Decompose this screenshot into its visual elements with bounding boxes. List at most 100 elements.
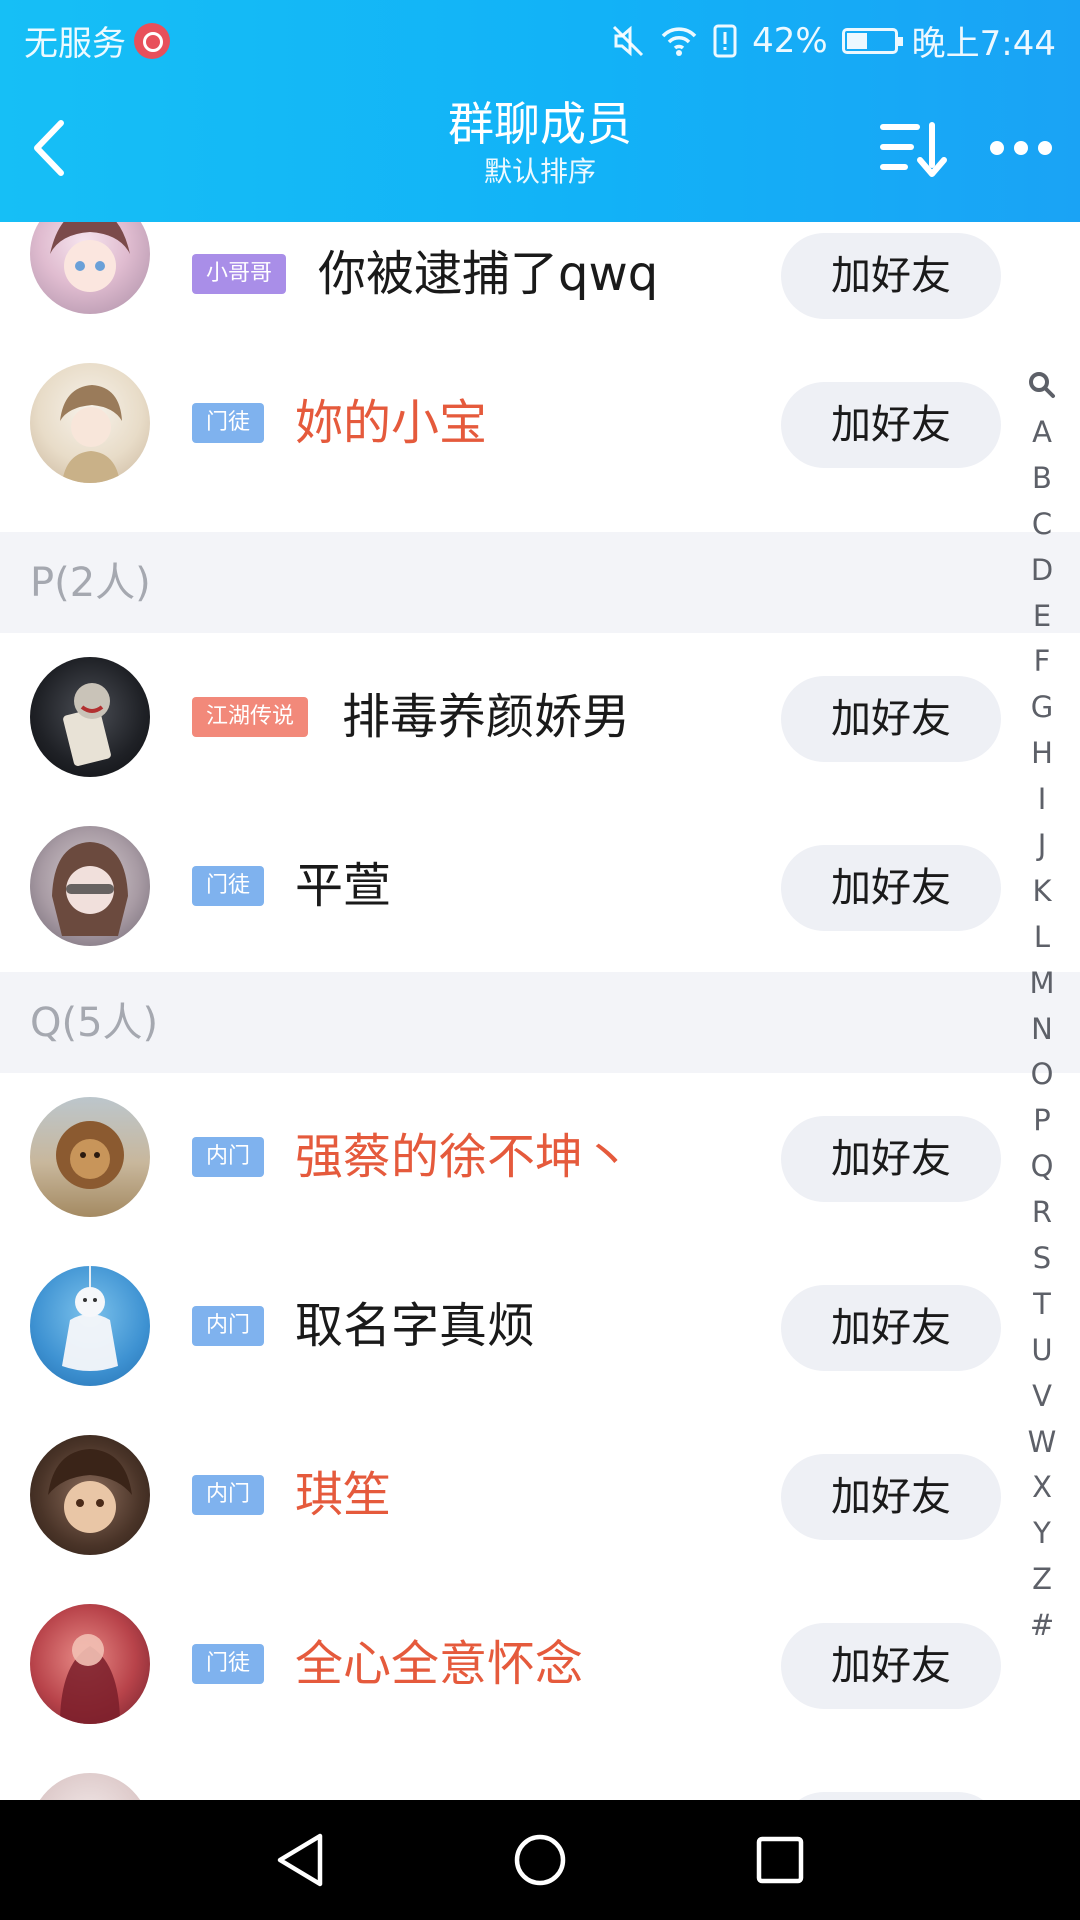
member-title-badge: 门徒 — [192, 1644, 265, 1684]
section-label: P(2人) — [30, 560, 151, 606]
member-name[interactable]: 排毒养颜娇男 — [342, 687, 630, 747]
avatar[interactable] — [30, 1604, 150, 1724]
index-letter[interactable]: Q — [1020, 1144, 1064, 1190]
battery-percent: 42% — [752, 20, 828, 61]
index-letter[interactable]: I — [1020, 777, 1064, 823]
more-icon-dot — [1038, 141, 1052, 155]
nav-recents-button[interactable] — [750, 1830, 810, 1890]
index-letter[interactable]: E — [1020, 594, 1064, 640]
index-letter[interactable]: X — [1020, 1465, 1064, 1511]
index-letter[interactable]: # — [1020, 1603, 1064, 1649]
add-friend-button[interactable]: 加好友 — [781, 1116, 1001, 1202]
index-letter[interactable]: P — [1020, 1098, 1064, 1144]
member-name[interactable]: 妳的小宝 — [295, 393, 487, 453]
index-letter[interactable]: A — [1020, 410, 1064, 456]
add-friend-button[interactable]: 加好友 — [781, 676, 1001, 762]
page-title: 群聊成员 — [448, 97, 632, 151]
section-header: P(2人) — [0, 532, 1080, 633]
alphabet-index[interactable]: A B C D E F G H I J K L M N O P Q R S T U V W X Y Z # — [1020, 360, 1064, 1649]
avatar[interactable] — [30, 1773, 150, 1800]
nav-home-button[interactable] — [510, 1830, 570, 1890]
battery-alert-icon — [713, 24, 737, 57]
index-letter[interactable]: K — [1020, 869, 1064, 915]
member-name[interactable]: 平萱 — [295, 856, 391, 916]
avatar[interactable] — [30, 1435, 150, 1555]
member-title-badge: 内门 — [192, 1137, 265, 1177]
index-letter[interactable]: U — [1020, 1328, 1064, 1374]
circle-home-icon — [514, 1834, 566, 1886]
nav-bar-top: 群聊成员 默认排序 — [0, 74, 1080, 222]
sort-icon — [880, 122, 947, 177]
section-label: Q(5人) — [30, 1000, 159, 1046]
member-title-badge: 内门 — [192, 1475, 265, 1515]
index-letter[interactable]: N — [1020, 1007, 1064, 1053]
back-button[interactable] — [14, 108, 84, 188]
chevron-left-icon — [34, 120, 64, 176]
member-title-badge: 江湖传说 — [192, 697, 309, 737]
member-name[interactable]: 琪笙 — [295, 1465, 391, 1525]
more-icon-dot — [1014, 141, 1028, 155]
status-bar: 无服务 42% 晚上7:44 — [0, 0, 1080, 74]
member-name[interactable]: 全心全意怀念 — [295, 1634, 583, 1694]
add-friend-button[interactable]: 加好友 — [781, 382, 1001, 468]
member-row[interactable]: 门徒 全心全意怀念 加好友 — [0, 1580, 1080, 1749]
index-letter[interactable]: Y — [1020, 1511, 1064, 1557]
member-name[interactable]: 你被逮捕了qwq — [318, 244, 658, 304]
member-row[interactable]: 小哥哥 你被逮捕了qwq 加好友 — [0, 222, 1080, 339]
avatar[interactable] — [30, 363, 150, 483]
index-letter[interactable]: Z — [1020, 1557, 1064, 1603]
more-icon — [990, 141, 1004, 155]
member-row[interactable]: 内门 取名字真烦 加好友 — [0, 1242, 1080, 1411]
system-nav-bar — [0, 1800, 1080, 1920]
add-friend-button[interactable]: 加好友 — [781, 1285, 1001, 1371]
member-row[interactable]: 门徒 平萱 加好友 — [0, 802, 1080, 971]
more-button[interactable] — [976, 118, 1066, 178]
index-letter[interactable]: O — [1020, 1052, 1064, 1098]
index-letter[interactable]: R — [1020, 1190, 1064, 1236]
index-letter[interactable]: F — [1020, 639, 1064, 685]
add-friend-button[interactable]: 加好友 — [781, 233, 1001, 319]
avatar[interactable] — [30, 1097, 150, 1217]
sort-button[interactable] — [876, 116, 950, 180]
netease-music-icon — [134, 22, 170, 59]
index-letter[interactable]: W — [1020, 1420, 1064, 1466]
avatar[interactable] — [30, 826, 150, 946]
avatar[interactable] — [30, 222, 150, 314]
member-row[interactable] — [0, 1749, 1080, 1800]
top-header: 无服务 42% 晚上7:44 群聊成员 默认排序 — [0, 0, 1080, 222]
index-letter[interactable]: H — [1020, 731, 1064, 777]
index-letter[interactable]: J — [1020, 823, 1064, 869]
member-title-badge: 内门 — [192, 1306, 265, 1346]
index-letter[interactable]: C — [1020, 502, 1064, 548]
member-row[interactable]: 门徒 妳的小宝 加好友 — [0, 339, 1080, 508]
index-letter[interactable]: B — [1020, 456, 1064, 502]
sort-mode-label: 默认排序 — [483, 155, 596, 188]
member-name[interactable]: 取名字真烦 — [295, 1296, 535, 1356]
add-friend-button[interactable]: 加好友 — [781, 845, 1001, 931]
avatar[interactable] — [30, 1266, 150, 1386]
member-name[interactable]: 强蔡的徐不坤丶 — [295, 1127, 631, 1187]
member-list[interactable]: 小哥哥 你被逮捕了qwq 加好友 门徒 妳的小宝 加好友 P(2人) 江湖传说 — [0, 222, 1080, 1800]
add-friend-button[interactable] — [781, 1792, 1001, 1800]
index-search[interactable] — [1020, 360, 1064, 410]
index-letter[interactable]: V — [1020, 1374, 1064, 1420]
add-friend-button[interactable]: 加好友 — [781, 1454, 1001, 1540]
wifi-icon — [661, 26, 697, 56]
member-row[interactable]: 内门 琪笙 加好友 — [0, 1411, 1080, 1580]
member-row[interactable]: 江湖传说 排毒养颜娇男 加好友 — [0, 633, 1080, 802]
triangle-back-icon — [277, 1833, 323, 1887]
index-letter[interactable]: S — [1020, 1236, 1064, 1282]
add-friend-button[interactable]: 加好友 — [781, 1623, 1001, 1709]
nav-back-button[interactable] — [270, 1830, 330, 1890]
avatar[interactable] — [30, 657, 150, 777]
index-letter[interactable]: L — [1020, 915, 1064, 961]
member-title-badge: 门徒 — [192, 866, 265, 906]
member-row[interactable]: 内门 强蔡的徐不坤丶 加好友 — [0, 1073, 1080, 1242]
member-title-badge: 门徒 — [192, 403, 265, 443]
index-letter[interactable]: G — [1020, 685, 1064, 731]
member-title-badge: 小哥哥 — [192, 254, 287, 294]
index-letter[interactable]: M — [1020, 961, 1064, 1007]
index-letter[interactable]: D — [1020, 548, 1064, 594]
square-recents-icon — [756, 1836, 804, 1884]
index-letter[interactable]: T — [1020, 1282, 1064, 1328]
